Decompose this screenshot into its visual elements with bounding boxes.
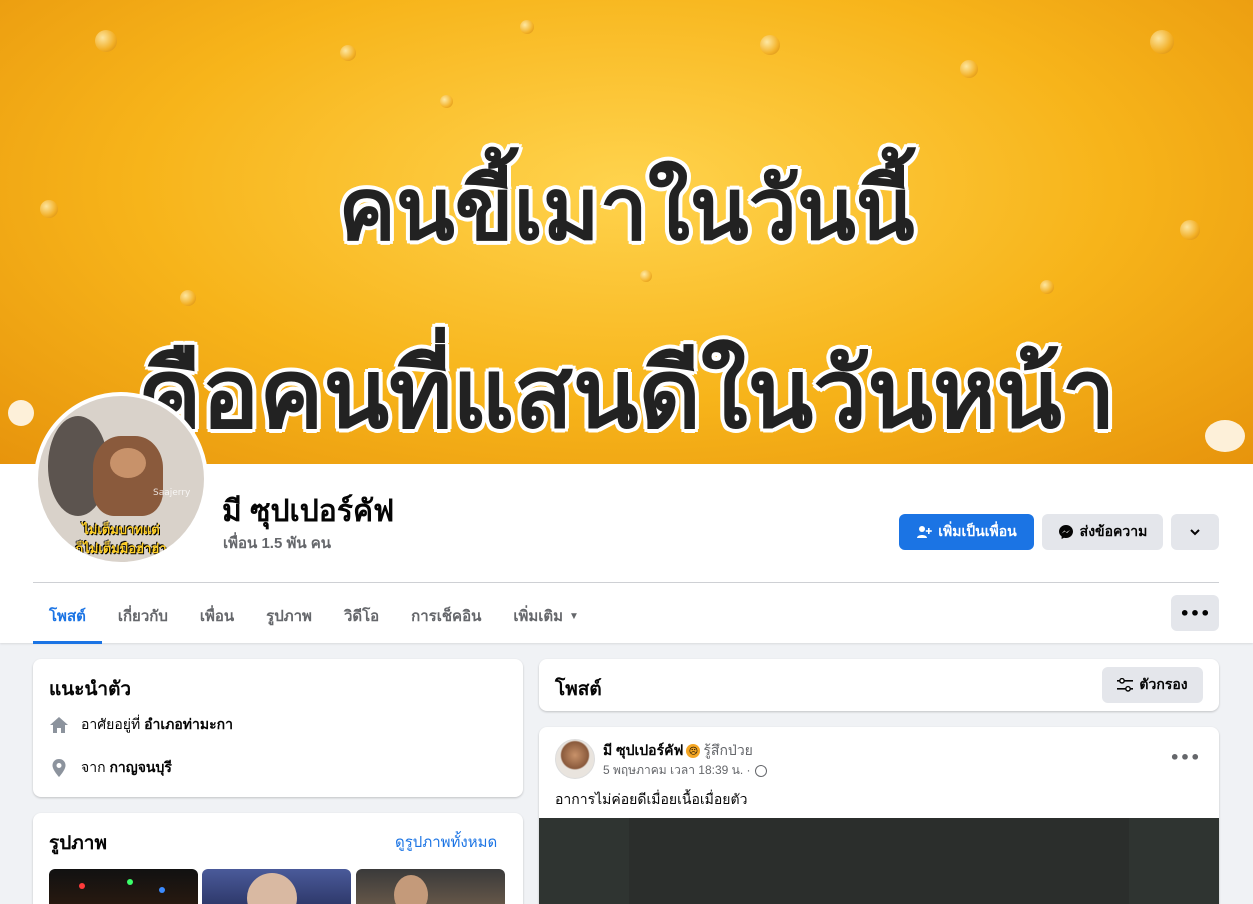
tab-label: วิดีโอ bbox=[343, 608, 380, 625]
message-label: ส่งข้อความ bbox=[1079, 523, 1148, 539]
friend-count[interactable]: เพื่อน 1.5 พัน คน bbox=[223, 531, 331, 555]
add-friend-label: เพิ่มเป็นเพื่อน bbox=[938, 523, 1017, 539]
tab-about[interactable]: เกี่ยวกับ bbox=[102, 590, 184, 642]
ellipsis-icon: ••• bbox=[1169, 747, 1201, 767]
chevron-down-icon bbox=[1190, 529, 1200, 536]
bubble-decoration bbox=[95, 30, 117, 52]
light-dot bbox=[127, 879, 133, 885]
cover-text-line1: คนขี้เมาในวันนี้ bbox=[338, 162, 915, 258]
profile-tabs: โพสต์ เกี่ยวกับ เพื่อน รูปภาพ วิดีโอ การ… bbox=[33, 590, 595, 644]
more-options-button[interactable] bbox=[1171, 514, 1219, 550]
bubble-decoration bbox=[340, 45, 356, 61]
bubble-decoration bbox=[440, 95, 453, 108]
post-author-name[interactable]: มี ซุปเปอร์คัฟ bbox=[603, 740, 683, 762]
avatar-caption-line2: ก็ไม่เต็มมือฮ่าฮ่า bbox=[75, 542, 167, 557]
globe-icon bbox=[754, 764, 767, 777]
post-feeling: รู้สึกป่วย bbox=[703, 742, 753, 758]
post-image[interactable] bbox=[539, 818, 1219, 904]
photos-title: รูปภาพ bbox=[49, 833, 107, 854]
ellipsis-icon: ••• bbox=[1179, 603, 1211, 623]
bubble-decoration bbox=[180, 290, 196, 306]
bubble-decoration bbox=[1150, 30, 1174, 54]
person-head bbox=[247, 873, 297, 904]
bubble-decoration bbox=[960, 60, 978, 78]
tab-label: โพสต์ bbox=[49, 608, 86, 625]
sick-face-emoji-icon: ☹ bbox=[686, 744, 701, 758]
intro-title: แนะนำตัว bbox=[49, 679, 132, 700]
intro-row-lives-in: อาศัยอยู่ที่ อำเภอท่ามะกา bbox=[49, 714, 233, 736]
tabs-more-button[interactable]: ••• bbox=[1171, 595, 1219, 631]
profile-name: มี ซุปเปอร์คัฟ bbox=[222, 495, 395, 528]
filter-button[interactable]: ตัวกรอง bbox=[1102, 667, 1203, 703]
intro-label: จาก bbox=[81, 759, 106, 775]
person-head bbox=[394, 875, 428, 904]
tab-checkins[interactable]: การเช็คอิน bbox=[395, 590, 497, 642]
home-icon bbox=[49, 715, 69, 735]
tab-friends[interactable]: เพื่อน bbox=[184, 590, 250, 642]
post-image-content bbox=[629, 818, 1129, 904]
profile-avatar[interactable]: Saajerry ไม่เต็มบาทแต่ ก็ไม่เต็มมือฮ่าฮ่… bbox=[34, 392, 208, 566]
post-author-line: มี ซุปเปอร์คัฟ ☹ รู้สึกป่วย bbox=[603, 740, 753, 762]
header-divider bbox=[33, 582, 1219, 583]
posts-title: โพสต์ bbox=[555, 679, 602, 700]
caret-down-icon: ▼ bbox=[569, 610, 579, 622]
light-dot bbox=[79, 883, 85, 889]
bubble-decoration bbox=[520, 20, 534, 34]
cartoon-mouse-face bbox=[110, 448, 146, 478]
post-timestamp[interactable]: 5 พฤษภาคม เวลา 18:39 น. · bbox=[603, 761, 751, 780]
profile-header: คนขี้เมาในวันนี้ คือคนที่แสนดีในวันหน้า … bbox=[0, 0, 1253, 644]
light-dot bbox=[159, 887, 165, 893]
post-author-avatar[interactable] bbox=[555, 739, 595, 779]
add-friend-button[interactable]: เพิ่มเป็นเพื่อน bbox=[899, 514, 1034, 550]
photo-thumbnail[interactable] bbox=[49, 869, 198, 904]
avatar-caption-line1: ไม่เต็มบาทแต่ bbox=[82, 523, 160, 538]
add-friend-icon bbox=[917, 526, 933, 538]
filter-label: ตัวกรอง bbox=[1139, 676, 1188, 692]
message-button[interactable]: ส่งข้อความ bbox=[1042, 514, 1163, 550]
intro-value-link[interactable]: อำเภอท่ามะกา bbox=[144, 716, 233, 732]
avatar-watermark: Saajerry bbox=[153, 488, 191, 498]
tab-label: รูปภาพ bbox=[266, 608, 312, 625]
bubble-decoration bbox=[1040, 280, 1054, 294]
location-pin-icon bbox=[49, 758, 69, 778]
tab-videos[interactable]: วิดีโอ bbox=[328, 590, 395, 642]
tab-label: เกี่ยวกับ bbox=[117, 608, 168, 625]
post-meta: 5 พฤษภาคม เวลา 18:39 น. · bbox=[603, 761, 767, 780]
post-options-button[interactable]: ••• bbox=[1169, 742, 1201, 772]
bubble-decoration bbox=[760, 35, 780, 55]
messenger-icon bbox=[1058, 525, 1073, 539]
intro-value-link[interactable]: กาญจนบุรี bbox=[109, 759, 171, 775]
intro-label: อาศัยอยู่ที่ bbox=[81, 716, 141, 732]
photo-thumbnail[interactable] bbox=[356, 869, 505, 904]
see-all-photos-link[interactable]: ดูรูปภาพทั้งหมด bbox=[395, 830, 497, 854]
tab-more[interactable]: เพิ่มเติม ▼ bbox=[497, 590, 595, 642]
tab-photos[interactable]: รูปภาพ bbox=[250, 590, 328, 642]
intro-row-from: จาก กาญจนบุรี bbox=[49, 757, 172, 779]
tab-label: การเช็คอิน bbox=[411, 608, 482, 625]
post-text: อาการไม่ค่อยดีเมื่อยเนื้อเมื่อยตัว bbox=[555, 791, 748, 807]
photo-thumbnail[interactable] bbox=[202, 869, 351, 904]
filter-sliders-icon bbox=[1117, 678, 1134, 692]
cover-photo[interactable]: คนขี้เมาในวันนี้ คือคนที่แสนดีในวันหน้า bbox=[0, 0, 1253, 464]
tab-label: เพิ่มเติม bbox=[513, 608, 564, 625]
tab-label: เพื่อน bbox=[199, 608, 235, 625]
tab-posts[interactable]: โพสต์ bbox=[33, 590, 102, 644]
